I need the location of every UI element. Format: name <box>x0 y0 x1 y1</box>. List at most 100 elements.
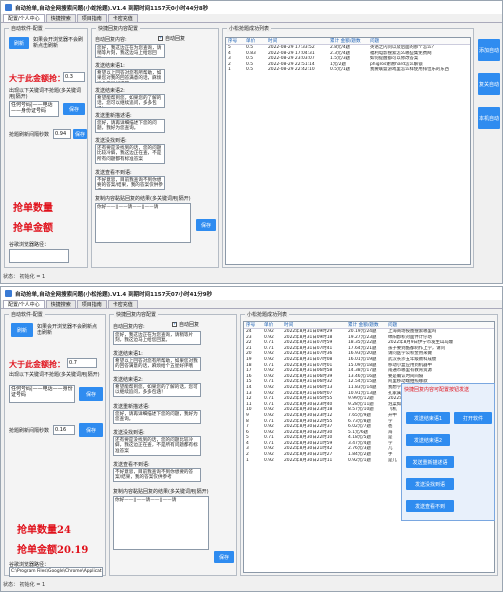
max-amount-input[interactable]: 0.3 <box>63 72 85 82</box>
save-reply-button[interactable]: 保存 <box>214 551 234 563</box>
panel-title: 快捷回复内容配置 <box>96 25 141 32</box>
browser-path-input[interactable]: C:\Program Files\Google\Chrome\Applicati… <box>9 567 103 577</box>
col-index: 序号 <box>246 323 256 328</box>
ending2-label: 发送结束语2: <box>113 377 143 383</box>
notfound-label: 发送查看不到语: <box>113 462 150 468</box>
tip-label: 复制内容黏贴回复的结果(多关键词用|隔开) <box>113 489 209 495</box>
ending1-text[interactable]: 希望以上回答对您有所帮助，如果您对我的回答满意的话，麻烦给个五星好评哦 <box>113 357 201 371</box>
tip-text[interactable]: 你好——||——请——||——请 <box>95 203 191 243</box>
reask-text[interactable]: 您好，请再详细描述下您的问题，我好为您查询。 <box>95 119 165 133</box>
checkbox-box[interactable] <box>172 321 177 327</box>
refresh-button[interactable]: 刷新 <box>11 323 33 337</box>
tab-quick-search[interactable]: 快捷搜索 <box>45 300 76 308</box>
auto-content-text[interactable]: 您好，我这边正在为您查询，请稍等片刻，我这边马上给您回复。 <box>113 331 201 345</box>
bottom-window-title: 自动抢单,自动全网搜索问题(小松抢题).V1.4 到期时间1157天07小时41… <box>15 291 213 298</box>
cell-index: 1 <box>246 457 249 463</box>
auto-content-text[interactable]: 您好，我这边正在为您查询，请稍等片刻，我这边马上给您回复。 <box>95 44 165 58</box>
grab-count: 抢单数量 <box>13 203 53 214</box>
top-status: 状态： 初始化 = 1 <box>3 273 45 280</box>
panel-title: 快捷回复内容配置 <box>114 311 159 318</box>
col-total: 累计 金额/题数 <box>330 39 361 44</box>
search-text[interactable]: 还有要是没找到的话，您的问题比较冷僻，我这边正在查，不是所有问题都有标准答案 <box>113 436 201 456</box>
checkbox-box[interactable] <box>158 35 163 41</box>
cell-index: 1 <box>228 67 231 73</box>
notfound-label: 发送查看不到语: <box>95 170 132 176</box>
search-label: 发送没找到语: <box>95 138 127 144</box>
panel-title: 小松抢题成功列表 <box>245 311 290 318</box>
search-label: 发送没找到语: <box>113 430 145 436</box>
col-price: 单价 <box>264 323 274 328</box>
auto-reply-checkbox[interactable]: 自动回复 <box>158 35 185 42</box>
cell-price: 0.92 <box>264 457 274 463</box>
ending2-text[interactable]: 希望能帮到您，如果您的了解的话，您可以继续追问，多多包涵！ <box>113 383 201 397</box>
ending2-text[interactable]: 希望能帮到您，如果您的了解的话，您可以继续追问，多多包涵！ <box>95 94 165 108</box>
tab-guide[interactable]: 项目指南 <box>76 300 107 308</box>
tab-recharge[interactable]: 卡密充值 <box>107 14 138 22</box>
interval-label: 抢题刷新间隔秒数 <box>9 428 50 434</box>
app-icon <box>5 290 12 297</box>
bottom-titlebar: 自动抢单,自动全网搜索问题(小松抢题).V1.4 到期时间1157天07小时41… <box>1 287 502 300</box>
status-label: 状态： <box>3 582 19 588</box>
table-row[interactable]: 1 0.5 2022-08-29 22:42:10 0.5元/1题 我要联盟游戏里怎么样… <box>226 67 470 73</box>
keywords-input[interactable]: 任何号码|——电话——身份证号码 <box>9 101 59 117</box>
tab-guide[interactable]: 项目指南 <box>76 14 107 22</box>
reask-text[interactable]: 您好，请再详细描述下您的问题，我好为您查询。 <box>113 410 201 424</box>
cell-question: 我要联盟游戏里怎么样使用排位乐的东西 <box>370 67 450 73</box>
notfound-text[interactable]: 不好意思，目前我查询不到你想要的答案/结果，我的答案仅供参考 <box>95 176 165 190</box>
grab-amount: 抢单金额20.19 <box>17 545 89 556</box>
save-interval-button[interactable]: 保存 <box>73 129 87 139</box>
interval-label: 抢题刷新间隔秒数 <box>9 132 50 138</box>
auto-content-label: 自动回复内容: <box>113 324 145 330</box>
send-reask-button[interactable]: 发送重新描述语 <box>406 456 454 468</box>
send-ending2-button[interactable]: 发送结束语2 <box>406 434 450 446</box>
max-amount-input[interactable]: 0.7 <box>67 358 97 368</box>
tip-text[interactable]: 你好——||——请——||——请 <box>113 496 209 550</box>
interval-input[interactable]: 0.94 <box>53 129 71 139</box>
open-software-button[interactable]: 打开软件 <box>454 412 492 424</box>
max-amount-label: 大于此金额抢： <box>9 73 65 83</box>
action-button-2[interactable]: 复关自动 <box>478 73 500 95</box>
browser-path-input[interactable] <box>9 249 69 263</box>
top-reply-panel: 快捷回复内容配置 自动回复内容: 自动回复 您好，我这边正在为您查询，请稍等片刻… <box>91 25 219 268</box>
bottom-status: 状态： 初始化 = 1 <box>3 581 45 588</box>
refresh-hint: 如果会开浏览器不会刷新点击刷新 <box>33 37 84 49</box>
tab-recharge[interactable]: 卡密充值 <box>107 300 138 308</box>
max-amount-label: 大于此金额抢： <box>9 359 65 369</box>
save-interval-button[interactable]: 保存 <box>79 423 103 437</box>
table-header: 序号 单价 时间 累计 金额/题数 问题 <box>244 322 494 329</box>
tab-config[interactable]: 配置/个人中心 <box>3 14 45 22</box>
col-price: 单价 <box>246 39 256 44</box>
col-question: 问题 <box>388 323 398 328</box>
interval-input[interactable]: 0.16 <box>53 425 75 435</box>
bottom-window: 自动抢单,自动全网搜索问题(小松抢题).V1.4 到期时间1157天07小时41… <box>0 286 503 592</box>
notfound-text[interactable]: 不好意思，目前我查询不到你想要的答案/结果，我的答案仅供参考 <box>113 468 201 482</box>
top-tabbar: 配置/个人中心 快捷搜索 项目指南 卡密充值 <box>1 14 502 23</box>
send-notfound-button[interactable]: 发送查看不到 <box>406 500 454 512</box>
save-keywords-button[interactable]: 保存 <box>63 103 85 115</box>
top-autosoft-panel: 自动软件-配置 刷新 如果会开浏览器不会刷新点击刷新 大于此金额抢： 0.3 出… <box>4 25 88 268</box>
action-button-1[interactable]: 添加自动 <box>478 39 500 61</box>
refresh-button[interactable]: 刷新 <box>9 37 29 49</box>
auto-content-label: 自动回复内容: <box>95 37 127 43</box>
ending1-text[interactable]: 希望以上回答对您有所帮助，如果您对我的回答满意的话，麻烦给个五星好评哦 <box>95 69 165 83</box>
status-label: 状态： <box>3 274 19 280</box>
save-reply-button[interactable]: 保存 <box>196 219 216 231</box>
bottom-autosoft-panel: 自动软件-配置 刷新 如果会开浏览器不会刷新点击刷新 大于此金额抢： 0.7 出… <box>4 311 106 577</box>
save-keywords-button[interactable]: 保存 <box>79 387 103 401</box>
ending1-label: 发送结束语1: <box>113 351 143 357</box>
bottom-reply-panel: 快捷回复内容配置 自动回复内容: 自动回复 您好，我这边正在为您查询，请稍等片刻… <box>109 311 237 576</box>
top-grabbed-panel: 小松抢题成功列表 序号 单价 时间 累计 金额/题数 问题 5 0.5 2022-0… <box>222 25 474 268</box>
top-window-title: 自动抢单,自动全网搜索问题(小蛇抢题).V1.4 到期时间1157天0小时44分… <box>15 5 209 12</box>
keywords-input[interactable]: 任何号码|——电话——身份证号码 <box>9 385 75 403</box>
send-search-button[interactable]: 发送没找到语 <box>406 478 454 490</box>
action-button-3[interactable]: 本机自动 <box>478 107 500 129</box>
search-text[interactable]: 还有要是没找到的话，您的问题比较冷僻，我这边正在查，不是所有问题都有标准答案 <box>95 144 165 164</box>
float-panel-title: 快捷回复内容可配置按钮发送 <box>404 387 470 393</box>
top-titlebar: 自动抢单,自动全网搜索问题(小蛇抢题).V1.4 到期时间1157天0小时44分… <box>1 1 502 14</box>
send-ending1-button[interactable]: 发送结束语1 <box>406 412 450 424</box>
auto-reply-checkbox[interactable]: 自动回复 <box>172 321 199 328</box>
tab-config[interactable]: 配置/个人中心 <box>3 300 45 308</box>
top-window: 自动抢单,自动全网搜索问题(小蛇抢题).V1.4 到期时间1157天0小时44分… <box>0 0 503 284</box>
tab-quick-search[interactable]: 快捷搜索 <box>45 14 76 22</box>
col-time: 时间 <box>268 39 278 44</box>
